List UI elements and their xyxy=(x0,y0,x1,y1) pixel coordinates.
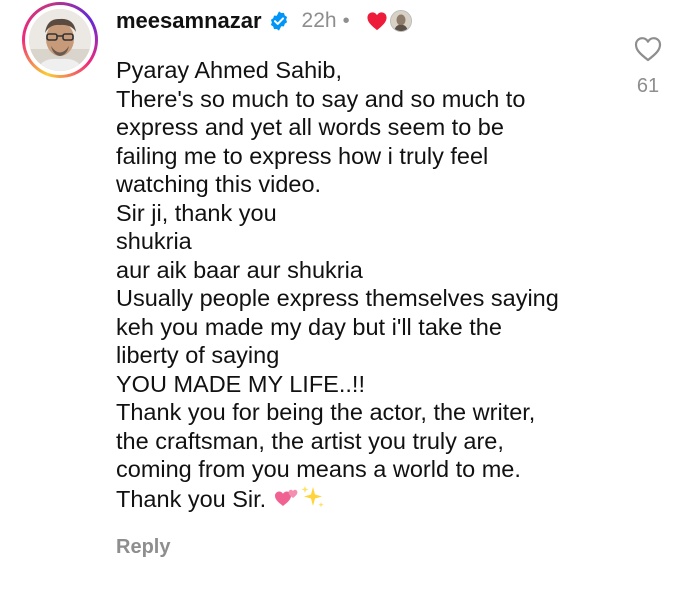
like-count: 61 xyxy=(636,75,660,97)
comment-line-text: Thank you Sir. xyxy=(116,485,267,512)
avatar-portrait-icon xyxy=(29,9,91,71)
reply-button[interactable]: Reply xyxy=(116,536,170,559)
sparkles-icon xyxy=(301,485,324,507)
comment-text: Pyaray Ahmed Sahib, There's so much to s… xyxy=(116,56,616,512)
like-column: 61 xyxy=(628,36,668,98)
two-hearts-icon xyxy=(275,489,298,506)
comment-line: the craftsman, the artist you truly are, xyxy=(116,427,504,454)
creator-mini-avatar xyxy=(389,10,412,32)
comment-line: Pyaray Ahmed Sahib, xyxy=(116,57,342,83)
avatar[interactable] xyxy=(22,2,98,78)
comment-line: shukria xyxy=(116,228,192,254)
comment-line: express and yet all words seem to be xyxy=(116,114,504,140)
like-heart-icon[interactable] xyxy=(634,36,662,62)
verified-badge-icon xyxy=(270,11,287,31)
comment-line: failing me to express how i truly feel xyxy=(116,142,489,169)
creator-portrait-icon xyxy=(390,11,411,31)
comment-line: YOU MADE MY LIFE..!! xyxy=(116,370,365,397)
separator-dot: • xyxy=(342,9,350,32)
comment-line: liberty of saying xyxy=(116,342,280,368)
comment-line: Thank you for being the actor, the write… xyxy=(116,399,536,425)
creator-liked-heart-icon xyxy=(367,12,387,31)
comment: meesamnazar 22h • Pyaray Ahmed Sahib, Th… xyxy=(0,0,696,600)
comment-line-last: Thank you Sir. xyxy=(116,484,616,513)
comment-line: There's so much to say and so much to xyxy=(116,85,526,112)
comment-line: aur aik baar aur shukria xyxy=(116,256,363,283)
comment-line: Sir ji, thank you xyxy=(116,199,277,226)
comment-timestamp: 22h xyxy=(301,9,337,32)
avatar-photo xyxy=(29,9,91,71)
username[interactable]: meesamnazar xyxy=(116,8,262,34)
comment-line: coming from you means a world to me. xyxy=(116,456,521,482)
comment-line: Usually people express themselves saying xyxy=(116,285,559,311)
comment-header: meesamnazar 22h • xyxy=(116,6,412,36)
emoji-group xyxy=(274,484,326,517)
comment-line: keh you made my day but i'll take the xyxy=(116,313,502,340)
avatar-story-ring xyxy=(25,5,95,75)
comment-line: watching this video. xyxy=(116,171,322,197)
